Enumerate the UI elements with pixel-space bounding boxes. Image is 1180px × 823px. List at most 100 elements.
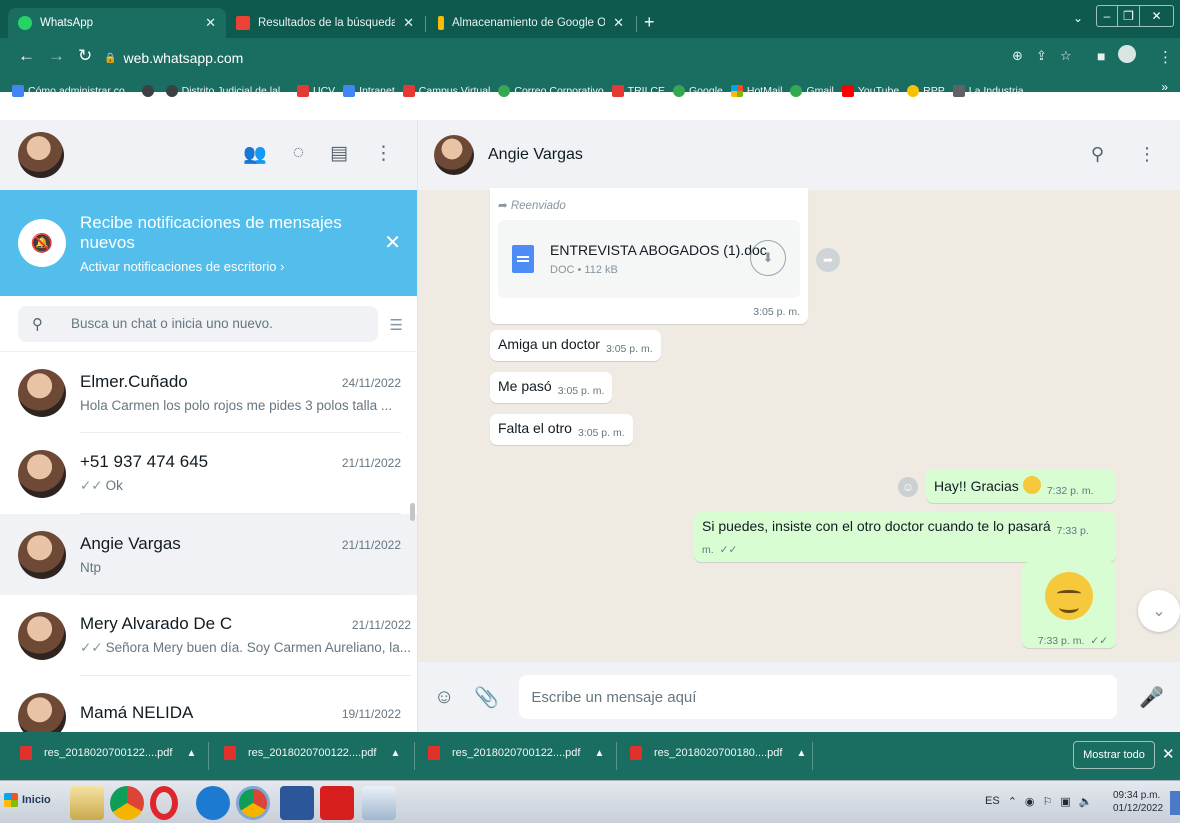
address-bar[interactable]: 🔒 web.whatsapp.com bbox=[104, 46, 1062, 70]
bookmark-item[interactable]: RPP bbox=[907, 85, 945, 97]
tab-whatsapp[interactable]: WhatsApp ✕ bbox=[8, 8, 226, 38]
window-close-icon[interactable]: ✕ bbox=[1140, 5, 1174, 27]
close-icon[interactable]: ✕ bbox=[1162, 745, 1175, 763]
network-icon[interactable]: ◉ bbox=[1025, 795, 1035, 808]
profile-avatar[interactable] bbox=[1118, 45, 1136, 63]
chat-list-item[interactable]: +51 937 474 645 21/11/2022 ✓✓ Ok bbox=[0, 433, 417, 514]
chevron-up-icon[interactable]: ▲ bbox=[796, 748, 806, 759]
restore-icon[interactable]: ❐ bbox=[1118, 5, 1140, 27]
chat-list-item[interactable]: Mery Alvarado De C 21/11/2022 ✓✓ Señora Me… bbox=[0, 595, 417, 676]
bookmark-item[interactable]: La Industria bbox=[952, 85, 1024, 97]
chat-list-item[interactable]: Elmer.Cuñado 24/11/2022 Hola Carmen los p… bbox=[0, 352, 417, 433]
emoji-icon[interactable]: ☺ bbox=[434, 686, 454, 709]
tab-gmail-search[interactable]: Resultados de la búsqueda - carmen ✕ bbox=[226, 8, 424, 38]
reaction-emoji-icon[interactable]: ☺ bbox=[898, 477, 918, 497]
outgoing-message[interactable]: Si puedes, insiste con el otro doctor cu… bbox=[694, 512, 1116, 562]
chevron-up-icon[interactable]: ▲ bbox=[390, 748, 400, 759]
incoming-message[interactable]: Me pasó 3:05 p. m. bbox=[490, 372, 613, 403]
chevron-down-icon[interactable]: ⌄ bbox=[1073, 11, 1083, 25]
forward-share-icon[interactable]: ➦ bbox=[816, 248, 840, 272]
scrollbar-thumb[interactable] bbox=[410, 503, 415, 521]
close-icon[interactable]: ✕ bbox=[613, 15, 624, 31]
attach-clip-icon[interactable]: 📎 bbox=[474, 685, 499, 710]
menu-icon[interactable]: ⋮ bbox=[1138, 144, 1156, 165]
status-icon[interactable]: ◌ bbox=[293, 142, 304, 166]
enable-notifications-link[interactable]: Activar notificaciones de escritorio › bbox=[80, 259, 399, 274]
globe-icon bbox=[141, 85, 154, 97]
chrome-active-icon[interactable] bbox=[236, 786, 270, 820]
word-icon[interactable] bbox=[280, 786, 314, 820]
close-icon[interactable]: ✕ bbox=[205, 15, 216, 31]
chat-list-item[interactable]: Angie Vargas 21/11/2022 Ntp bbox=[0, 514, 417, 595]
tab-google-one[interactable]: Almacenamiento de Google One ✕ bbox=[428, 8, 634, 38]
incoming-message[interactable]: Amiga un doctor 3:05 p. m. bbox=[490, 330, 661, 361]
file-explorer-icon[interactable] bbox=[70, 786, 104, 820]
communities-icon[interactable]: 👥 bbox=[243, 142, 267, 166]
chrome-icon[interactable] bbox=[110, 786, 144, 820]
volume-icon[interactable]: 🔈 bbox=[1079, 795, 1093, 808]
bookmark-item[interactable]: Distrito Judicial de lal... bbox=[165, 85, 289, 97]
close-icon[interactable]: ✕ bbox=[384, 230, 401, 255]
chevron-up-icon[interactable]: ▲ bbox=[594, 748, 604, 759]
my-avatar[interactable] bbox=[18, 132, 64, 178]
bookmark-item[interactable]: Correo Corporativo bbox=[498, 85, 604, 97]
download-item[interactable]: res_2018020700180....pdf ▲ bbox=[630, 746, 806, 760]
bookmark-item[interactable]: UCV bbox=[297, 85, 335, 97]
conversation-header[interactable]: Angie Vargas ⚲ ⋮ bbox=[418, 120, 1180, 190]
download-item[interactable]: res_2018020700122....pdf ▲ bbox=[224, 746, 400, 760]
search-input[interactable] bbox=[71, 316, 351, 331]
language-indicator[interactable]: ES bbox=[985, 795, 1000, 808]
contact-avatar[interactable] bbox=[434, 135, 474, 175]
bookmark-item[interactable]: TRILCE bbox=[611, 85, 665, 97]
bookmark-item[interactable]: Google bbox=[673, 85, 723, 97]
extension-icon[interactable]: ■ bbox=[1097, 48, 1105, 64]
system-clock[interactable]: 09:34 p.m. 01/12/2022 bbox=[1113, 789, 1163, 815]
display-icon[interactable]: ▣ bbox=[1060, 795, 1070, 808]
download-item[interactable]: res_2018020700122....pdf ▲ bbox=[428, 746, 604, 760]
menu-icon[interactable]: ⋮ bbox=[374, 142, 393, 166]
chat-list-item[interactable]: Mamá NELIDA 19/11/2022 bbox=[0, 676, 417, 732]
back-arrow-icon[interactable]: ← bbox=[18, 46, 35, 66]
share-icon[interactable]: ⇪ bbox=[1036, 48, 1047, 64]
more-options-icon[interactable]: ⋮ bbox=[1158, 48, 1173, 66]
flag-icon[interactable]: ⚐ bbox=[1043, 795, 1053, 808]
acrobat-icon[interactable] bbox=[320, 786, 354, 820]
search-icon[interactable]: ⚲ bbox=[1091, 144, 1104, 165]
outgoing-message[interactable]: Hay!! Gracias 7:32 p. m. bbox=[926, 470, 1116, 503]
new-chat-icon[interactable]: ▤ bbox=[330, 142, 348, 166]
reload-icon[interactable]: ↻ bbox=[78, 46, 92, 66]
new-tab-icon[interactable]: + bbox=[644, 12, 655, 33]
bookmark-item[interactable]: Intranet bbox=[343, 85, 395, 97]
document-attachment[interactable]: ENTREVISTA ABOGADOS (1).doc DOC • 112 kB… bbox=[498, 220, 800, 298]
close-icon[interactable]: ✕ bbox=[403, 15, 414, 31]
forward-arrow-icon[interactable]: → bbox=[48, 46, 65, 66]
forwarded-document-message[interactable]: ➦ Reenviado ENTREVISTA ABOGADOS (1).doc … bbox=[490, 188, 808, 324]
minimize-icon[interactable]: – bbox=[1096, 5, 1118, 27]
chevron-up-icon[interactable]: ▲ bbox=[186, 748, 196, 759]
edge-icon[interactable] bbox=[196, 786, 230, 820]
message-input[interactable] bbox=[519, 675, 1118, 719]
zoom-icon[interactable]: ⊕ bbox=[1012, 48, 1023, 64]
star-icon[interactable]: ☆ bbox=[1060, 48, 1072, 64]
opera-icon[interactable] bbox=[150, 786, 178, 820]
bookmark-item[interactable]: Gmail bbox=[790, 85, 834, 97]
chevron-right-icon[interactable]: » bbox=[1161, 80, 1168, 94]
filter-icon[interactable]: ☰ bbox=[390, 316, 403, 334]
bookmark-item[interactable]: Cómo administrar co... bbox=[12, 85, 134, 97]
download-icon[interactable]: ⬇ bbox=[750, 240, 786, 276]
bookmark-item[interactable]: HotMail bbox=[730, 85, 782, 97]
scroll-down-chevron-icon[interactable]: ⌄ bbox=[1138, 590, 1180, 632]
show-all-button[interactable]: Mostrar todo bbox=[1073, 741, 1155, 769]
bookmark-item[interactable]: Campus Virtual bbox=[402, 85, 490, 97]
calculator-icon[interactable] bbox=[362, 786, 396, 820]
microphone-icon[interactable]: 🎤 bbox=[1139, 685, 1164, 710]
download-item[interactable]: res_2018020700122....pdf ▲ bbox=[20, 746, 196, 760]
start-button[interactable]: Inicio bbox=[4, 793, 51, 807]
bookmark-item[interactable]: YouTube bbox=[841, 85, 899, 97]
show-desktop-button[interactable] bbox=[1170, 791, 1180, 815]
chevron-up-icon[interactable]: ⌃ bbox=[1008, 795, 1017, 808]
notification-banner[interactable]: 🔕 Recibe notificaciones de mensajes nuev… bbox=[0, 190, 417, 296]
incoming-message[interactable]: Falta el otro 3:05 p. m. bbox=[490, 414, 633, 445]
bookmark-item[interactable] bbox=[141, 85, 158, 97]
outgoing-emoji-message[interactable]: 7:33 p. m. ✓✓ bbox=[1022, 562, 1116, 648]
